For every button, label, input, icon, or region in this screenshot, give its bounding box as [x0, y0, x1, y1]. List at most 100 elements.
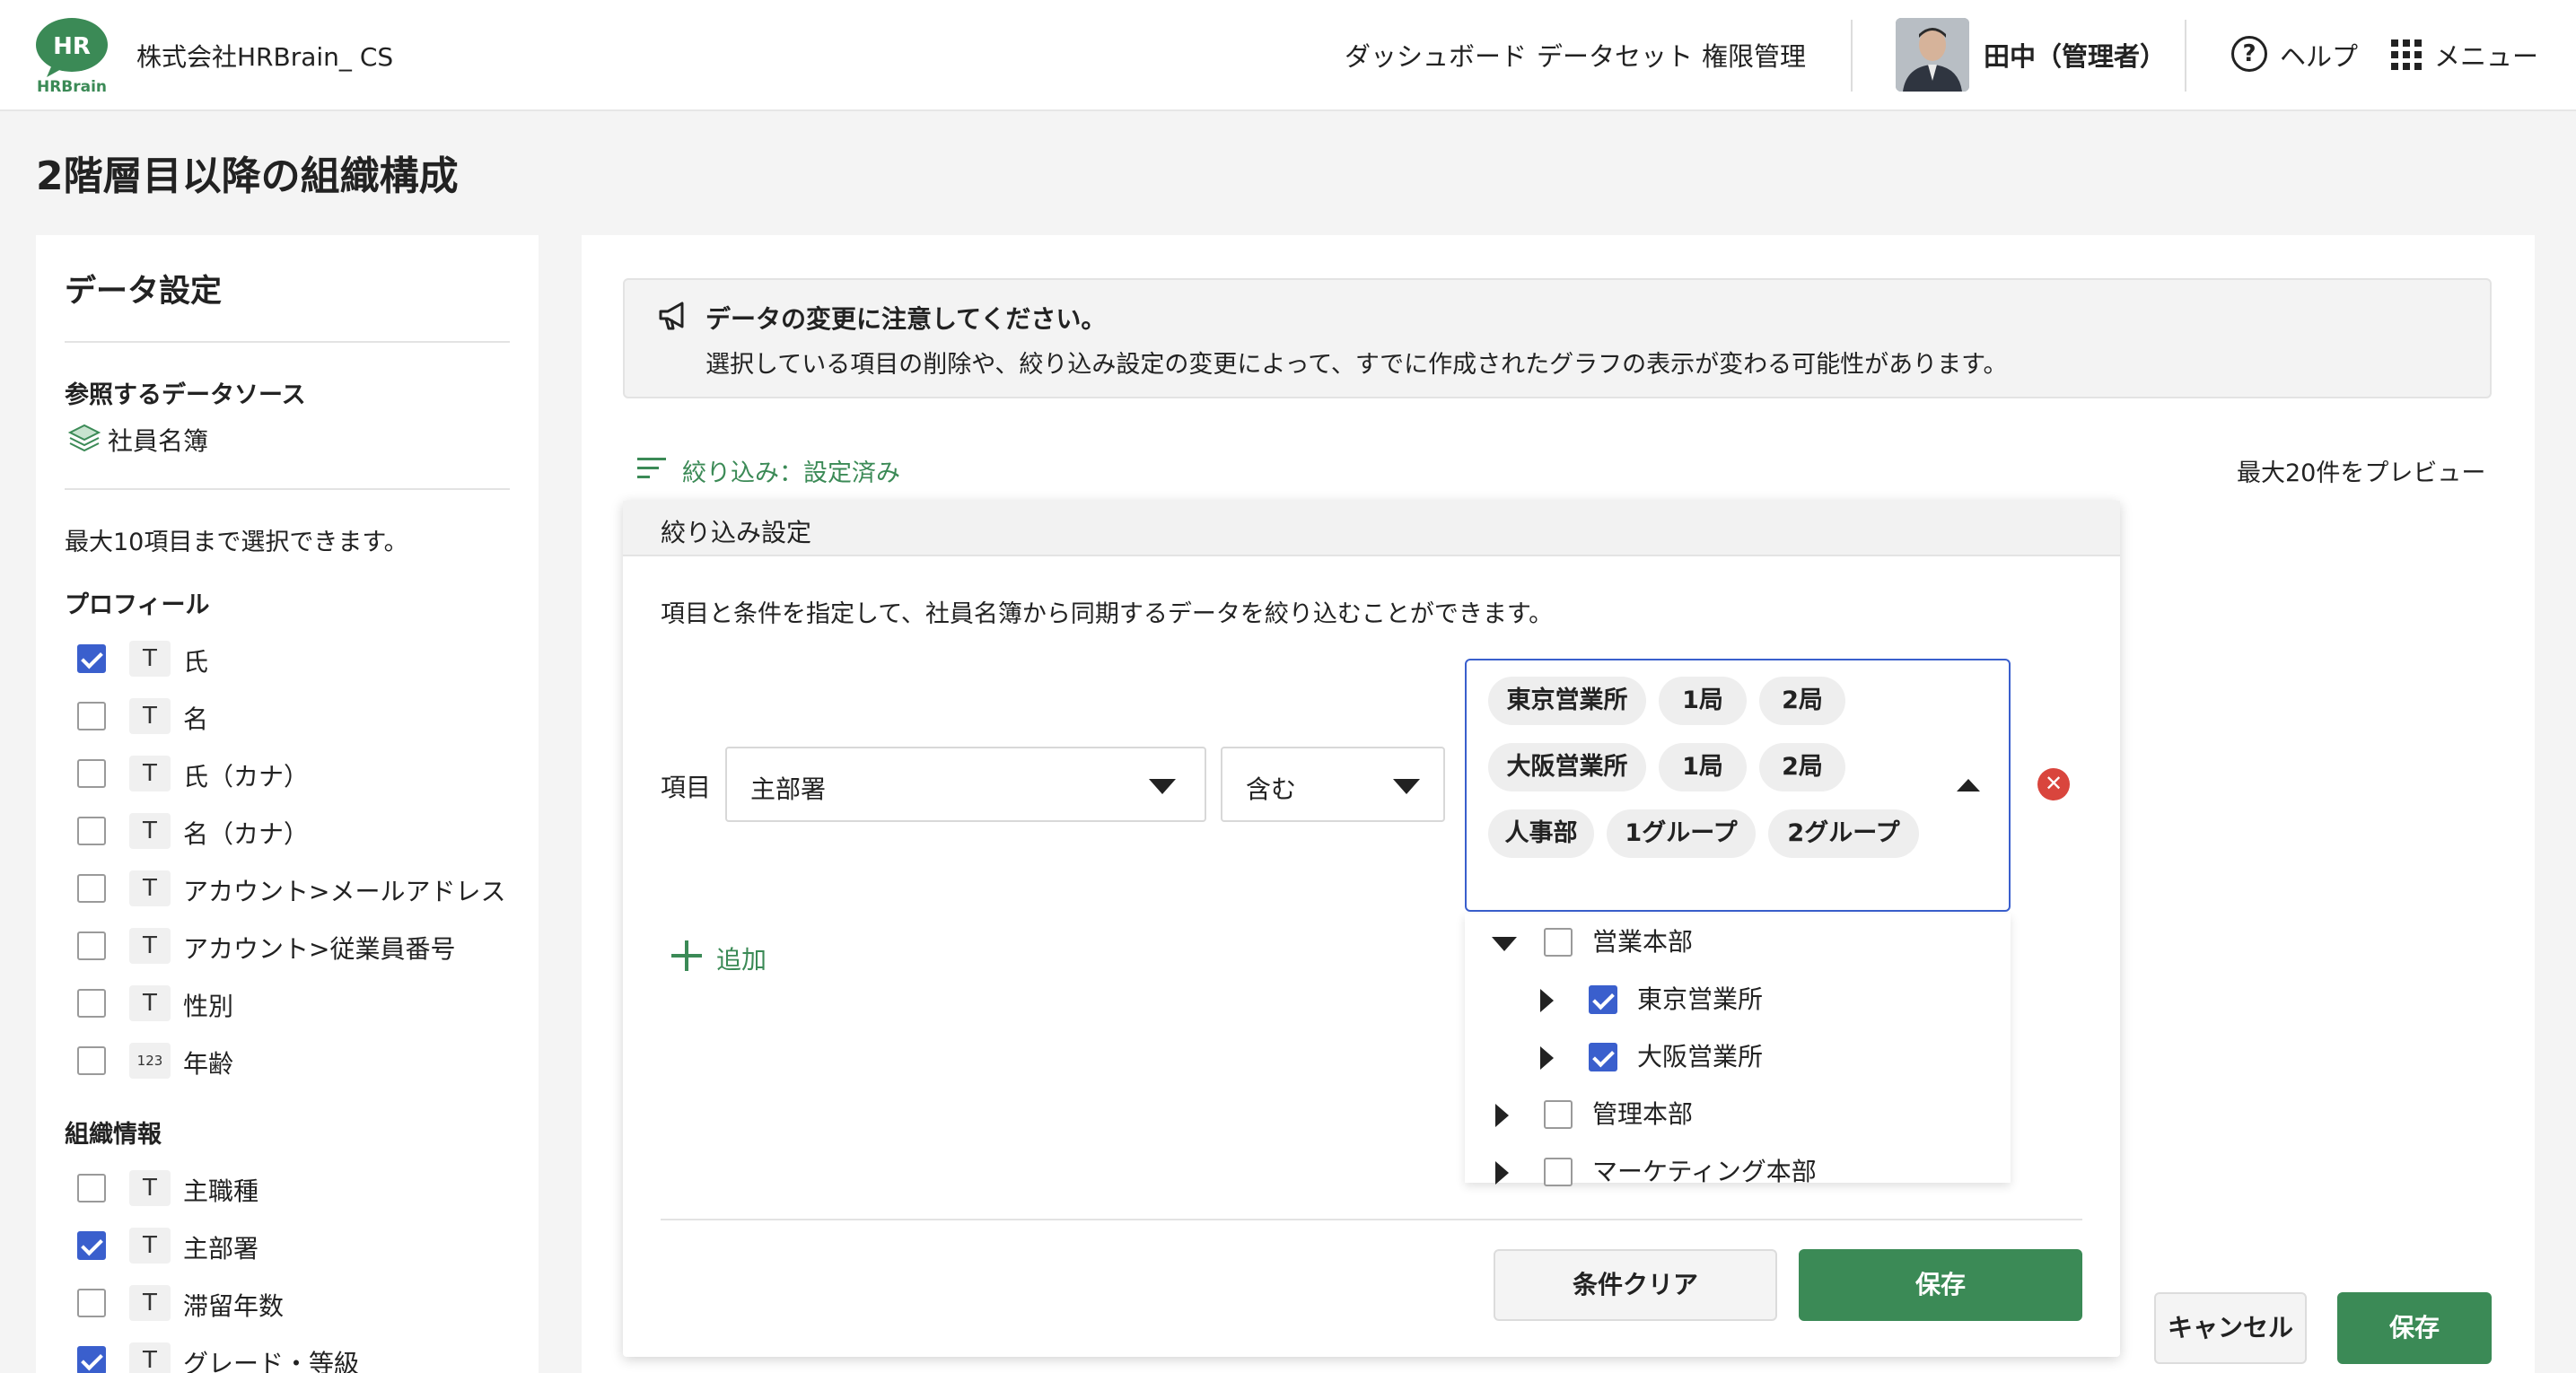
field-row[interactable]: T アカウント>従業員番号: [77, 928, 508, 964]
tree-item-label: 管理本部: [1592, 1099, 1694, 1129]
field-row[interactable]: T 主職種: [77, 1170, 508, 1206]
apps-grid-icon[interactable]: [2391, 39, 2422, 70]
tree-item[interactable]: 東京営業所: [1492, 973, 1994, 1027]
svg-text:HRBrain: HRBrain: [37, 78, 107, 93]
user-avatar[interactable]: [1896, 18, 1969, 92]
field-name: 名: [183, 704, 209, 734]
field-row[interactable]: T 滞留年数: [77, 1285, 508, 1321]
field-name: 氏（カナ）: [183, 762, 310, 791]
field-name: 性別: [183, 992, 234, 1021]
selected-chip[interactable]: 1局: [1659, 677, 1747, 725]
tree-checkbox[interactable]: [1544, 1158, 1573, 1186]
field-row[interactable]: T グレード・等級: [77, 1342, 508, 1373]
user-name[interactable]: 田中（管理者）: [1984, 36, 2166, 74]
field-row[interactable]: T 氏（カナ）: [77, 756, 508, 791]
condition-select[interactable]: 含む: [1221, 747, 1445, 822]
field-row[interactable]: T名: [77, 698, 508, 734]
field-row[interactable]: T アカウント>メールアドレス: [77, 870, 508, 906]
tree-checkbox[interactable]: [1544, 1100, 1573, 1129]
field-checkbox[interactable]: [77, 759, 106, 788]
group-label-organization: 組織情報: [65, 1121, 162, 1149]
text-type-icon: T: [129, 870, 171, 906]
filter-settings-popover: 絞り込み設定 項目と条件を指定して、社員名簿から同期するデータを絞り込むことがで…: [623, 501, 2120, 1357]
field-name: 主職種: [183, 1176, 259, 1206]
nav-dashboard[interactable]: ダッシュボード: [1345, 36, 1527, 74]
add-condition-button[interactable]: 追加: [716, 940, 767, 976]
nav-permissions[interactable]: 権限管理: [1702, 36, 1806, 74]
company-name: 株式会社HRBrain_ CS: [136, 42, 394, 72]
field-row[interactable]: T 性別: [77, 985, 508, 1021]
field-checkbox[interactable]: [77, 1231, 106, 1260]
field-checkbox[interactable]: [77, 874, 106, 903]
selected-chip[interactable]: 人事部: [1488, 809, 1594, 858]
tree-item[interactable]: 営業本部: [1492, 915, 1994, 969]
hrbrain-logo[interactable]: HR HRBrain: [34, 16, 110, 96]
menu-link[interactable]: メニュー: [2434, 36, 2538, 74]
field-checkbox[interactable]: [77, 989, 106, 1018]
svg-text:HR: HR: [53, 33, 91, 60]
field-checkbox[interactable]: [77, 1174, 106, 1202]
field-row[interactable]: T 名（カナ）: [77, 813, 508, 849]
remove-condition-icon[interactable]: ✕: [2037, 768, 2070, 800]
plus-icon[interactable]: [671, 940, 702, 971]
cancel-button[interactable]: キャンセル: [2154, 1292, 2307, 1364]
selected-chip[interactable]: 東京営業所: [1488, 677, 1646, 725]
department-multiselect[interactable]: 東京営業所 1局 2局 大阪営業所 1局 2局 人事部 1グループ 2グループ: [1465, 659, 2011, 912]
clear-conditions-button[interactable]: 条件クリア: [1494, 1249, 1777, 1321]
chevron-down-icon: [1149, 779, 1176, 794]
field-checkbox[interactable]: [77, 702, 106, 730]
tree-item[interactable]: 大阪営業所: [1492, 1030, 1994, 1084]
item-select-value: 主部署: [750, 774, 827, 804]
save-button[interactable]: 保存: [2337, 1292, 2492, 1364]
field-row[interactable]: T氏: [77, 641, 508, 677]
text-type-icon: T: [129, 698, 171, 734]
panel-title: データ設定: [65, 274, 223, 310]
text-type-icon: T: [129, 813, 171, 849]
field-checkbox[interactable]: [77, 1046, 106, 1075]
selected-chip[interactable]: 1グループ: [1607, 809, 1756, 858]
chevron-up-icon[interactable]: [1957, 779, 1980, 791]
tree-checkbox[interactable]: [1589, 1043, 1617, 1071]
help-icon[interactable]: ?: [2231, 36, 2267, 72]
nav-dataset[interactable]: データセット: [1537, 36, 1693, 74]
notice-body: 選択している項目の削除や、絞り込み設定の変更によって、すでに作成されたグラフの表…: [705, 351, 2008, 379]
field-checkbox[interactable]: [77, 1346, 106, 1373]
save-filter-button[interactable]: 保存: [1799, 1249, 2082, 1321]
filter-lines-icon[interactable]: [637, 456, 666, 481]
filter-status-link[interactable]: 絞り込み：設定済み: [682, 453, 900, 488]
selected-chip[interactable]: 2グループ: [1768, 809, 1919, 858]
field-checkbox[interactable]: [77, 644, 106, 673]
expand-right-icon[interactable]: [1495, 1104, 1509, 1127]
expand-right-icon[interactable]: [1540, 989, 1554, 1012]
selected-chip[interactable]: 2局: [1759, 677, 1845, 725]
selected-chip[interactable]: 大阪営業所: [1488, 743, 1646, 791]
tree-item-label: 営業本部: [1592, 927, 1694, 957]
tree-checkbox[interactable]: [1544, 928, 1573, 957]
data-source-name[interactable]: 社員名簿: [108, 422, 208, 458]
field-checkbox[interactable]: [77, 1289, 106, 1317]
preview-label: 最大20件をプレビュー: [2237, 459, 2486, 487]
selected-chip[interactable]: 2局: [1759, 743, 1845, 791]
expand-right-icon[interactable]: [1495, 1161, 1509, 1185]
help-link[interactable]: ヘルプ: [2280, 36, 2358, 74]
field-name: 主部署: [183, 1234, 259, 1264]
notice-title: データの変更に注意してください。: [705, 304, 1107, 334]
tree-checkbox[interactable]: [1589, 985, 1617, 1014]
tree-item-label: 東京営業所: [1637, 984, 1764, 1014]
item-label: 項目: [661, 773, 712, 802]
popover-description: 項目と条件を指定して、社員名簿から同期するデータを絞り込むことができます。: [661, 600, 1554, 628]
expand-down-icon[interactable]: [1492, 937, 1517, 951]
field-row[interactable]: 123 年齢: [77, 1043, 508, 1079]
tree-item[interactable]: マーケティング本部: [1492, 1145, 1994, 1199]
field-row[interactable]: T 主部署: [77, 1228, 508, 1264]
expand-right-icon[interactable]: [1540, 1046, 1554, 1070]
tree-item[interactable]: 管理本部: [1492, 1088, 1994, 1141]
field-name: 氏: [183, 647, 209, 677]
field-checkbox[interactable]: [77, 931, 106, 960]
item-select[interactable]: 主部署: [725, 747, 1206, 822]
selected-chip[interactable]: 1局: [1659, 743, 1747, 791]
group-label-profile: プロフィール: [65, 591, 210, 619]
divider: [65, 488, 510, 490]
field-checkbox[interactable]: [77, 817, 106, 845]
popover-header: 絞り込み設定: [623, 501, 2120, 556]
